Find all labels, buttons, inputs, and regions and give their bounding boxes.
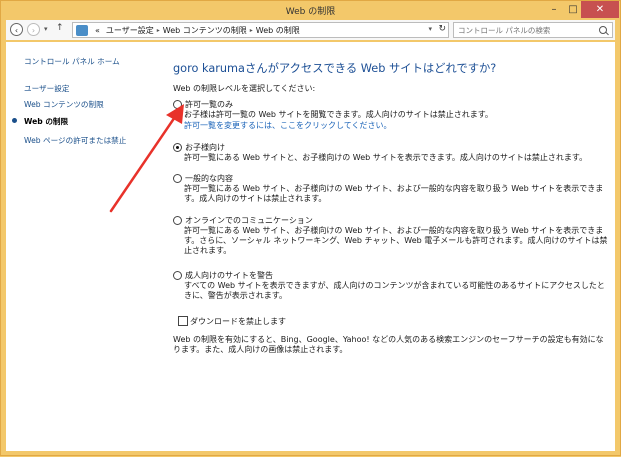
address-path[interactable]: « ユーザー設定 ▸ Web コンテンツの制限 ▸ Web の制限 ▾ ↻ xyxy=(72,22,449,38)
sidebar-item-web-restrict: Web の制限 xyxy=(24,117,69,126)
safe-search-note: Web の制限を有効にすると、Bing、Google、Yahoo! などの人気の… xyxy=(173,335,604,354)
radio-online-communication[interactable] xyxy=(173,216,182,225)
close-button[interactable]: ✕ xyxy=(581,1,619,18)
option-label[interactable]: 許可一覧のみ xyxy=(185,99,233,110)
path-dropdown-icon[interactable]: ▾ xyxy=(428,25,432,33)
option-description: 許可一覧にある Web サイト、お子様向けの Web サイト、および一般的な内容… xyxy=(184,184,604,203)
option-label[interactable]: オンラインでのコミュニケーション xyxy=(185,215,313,226)
option-description: 許可一覧にある Web サイト、お子様向けの Web サイト、および一般的な内容… xyxy=(184,226,608,255)
sidebar-item-web-content[interactable]: Web コンテンツの制限 xyxy=(24,99,104,110)
recent-pages-dropdown-icon[interactable]: ▾ xyxy=(44,25,48,33)
control-panel-icon xyxy=(76,24,88,36)
back-arrow-icon[interactable]: ‹ xyxy=(10,23,23,36)
minimize-button[interactable]: – xyxy=(542,1,566,17)
page-subtitle: Web の制限レベルを選択してください: xyxy=(173,84,316,93)
search-icon[interactable] xyxy=(599,26,607,34)
breadcrumb-web-restrict[interactable]: Web の制限 xyxy=(256,25,300,36)
breadcrumb-overflow[interactable]: « xyxy=(95,26,100,35)
maximize-button[interactable]: □ xyxy=(566,1,580,17)
content-area: コントロール パネル ホーム ユーザー設定 Web コンテンツの制限 Web の… xyxy=(6,42,615,451)
option-description: すべての Web サイトを表示できますが、成人向けのコンテンツが含まれている可能… xyxy=(184,281,605,300)
breadcrumb-web-content[interactable]: Web コンテンツの制限 xyxy=(163,25,247,36)
sidebar-item-users[interactable]: ユーザー設定 xyxy=(24,83,69,94)
sidebar-item-home[interactable]: コントロール パネル ホーム xyxy=(24,56,120,67)
sidebar: コントロール パネル ホーム ユーザー設定 Web コンテンツの制限 Web の… xyxy=(6,42,156,451)
search-box[interactable] xyxy=(453,22,613,38)
forward-arrow-icon[interactable]: › xyxy=(27,23,40,36)
title-bar: Web の制限 – □ ✕ xyxy=(1,1,620,19)
breadcrumb-separator-icon[interactable]: ▸ xyxy=(157,27,160,34)
option-label[interactable]: お子様向け xyxy=(185,142,225,153)
up-arrow-icon[interactable]: ↑ xyxy=(56,23,64,33)
option-label[interactable]: 成人向けのサイトを警告 xyxy=(185,270,273,281)
refresh-icon[interactable]: ↻ xyxy=(438,24,446,34)
radio-allow-list[interactable] xyxy=(173,100,182,109)
current-page-bullet-icon xyxy=(12,118,17,123)
radio-warn-adult[interactable] xyxy=(173,271,182,280)
page-title: goro karumaさんがアクセスできる Web サイトはどれですか? xyxy=(173,62,497,75)
window: Web の制限 – □ ✕ ‹ › ▾ ↑ « ユーザー設定 ▸ Web コンテ… xyxy=(0,0,621,456)
option-description: お子様は許可一覧の Web サイトを閲覧できます。成人向けのサイトは禁止されます… xyxy=(184,110,493,119)
block-downloads-label[interactable]: ダウンロードを禁止します xyxy=(190,316,286,327)
block-downloads-checkbox[interactable] xyxy=(178,316,188,326)
radio-child-friendly[interactable] xyxy=(173,143,182,152)
change-allow-list-link[interactable]: 許可一覧を変更するには、ここをクリックしてください。 xyxy=(184,120,392,131)
option-description: 許可一覧にある Web サイトと、お子様向けの Web サイトを表示できます。成… xyxy=(184,153,588,162)
breadcrumb-separator-icon[interactable]: ▸ xyxy=(250,27,253,34)
address-bar: ‹ › ▾ ↑ « ユーザー設定 ▸ Web コンテンツの制限 ▸ Web の制… xyxy=(6,20,615,40)
radio-general-interest[interactable] xyxy=(173,174,182,183)
breadcrumb-users[interactable]: ユーザー設定 xyxy=(106,25,154,36)
option-label[interactable]: 一般的な内容 xyxy=(185,173,233,184)
sidebar-item-allowed-pages[interactable]: Web ページの許可または禁止 xyxy=(24,135,126,146)
window-title: Web の制限 xyxy=(285,7,336,17)
search-input[interactable] xyxy=(458,24,588,36)
